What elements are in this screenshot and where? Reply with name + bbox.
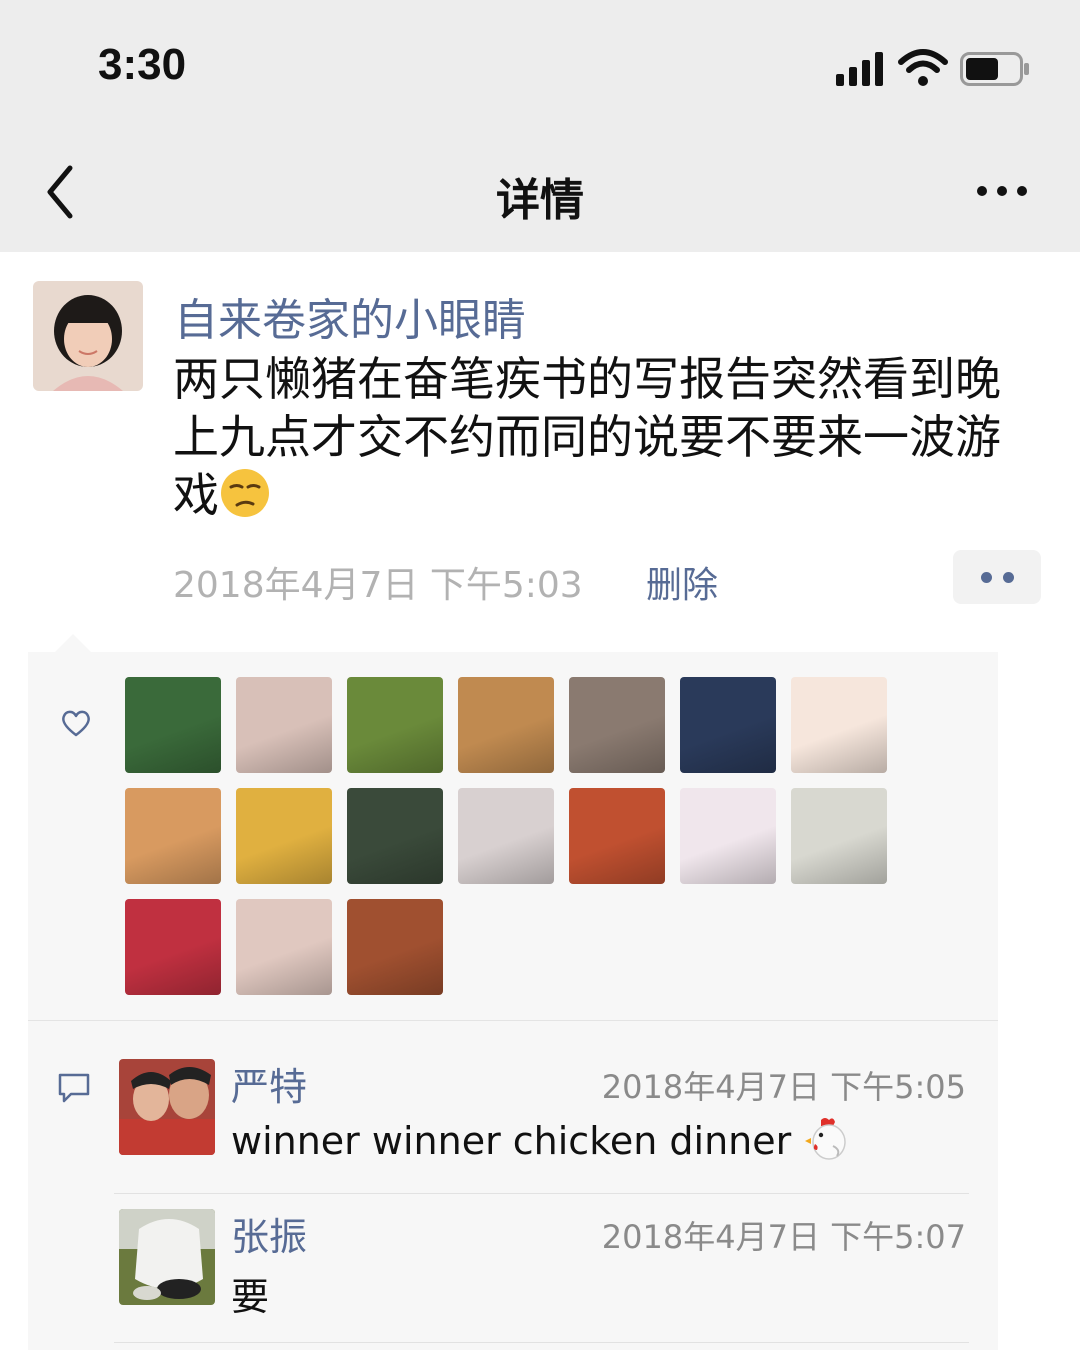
liker-avatar[interactable] — [125, 788, 221, 884]
comment-author[interactable]: 张振 — [231, 1206, 307, 1261]
liker-avatar[interactable] — [791, 788, 887, 884]
comment-text: 要 — [231, 1275, 270, 1319]
liker-avatar[interactable] — [125, 677, 221, 773]
liker-avatar[interactable] — [791, 677, 887, 773]
liker-avatar[interactable] — [680, 788, 776, 884]
likes-pointer — [55, 634, 91, 652]
liker-avatar[interactable] — [347, 677, 443, 773]
liker-avatar[interactable] — [458, 788, 554, 884]
liker-avatar[interactable] — [569, 677, 665, 773]
comment-text-body: winner winner chicken dinner — [231, 1119, 792, 1163]
dot-icon — [981, 572, 992, 583]
unamused-face-emoji — [221, 469, 269, 517]
comment-icon — [58, 1073, 90, 1103]
liker-avatar[interactable] — [347, 899, 443, 995]
comment-avatar[interactable] — [119, 1059, 215, 1155]
comment-divider — [114, 1342, 969, 1343]
post-author[interactable]: 自来卷家的小眼睛 — [174, 284, 526, 348]
comment-author[interactable]: 严特 — [231, 1056, 307, 1111]
comment-time: 2018年4月7日 下午5:07 — [601, 1218, 966, 1256]
chicken-emoji — [805, 1118, 847, 1160]
heart-icon — [62, 710, 90, 737]
signal-icon — [836, 52, 883, 86]
battery-icon — [960, 52, 1029, 86]
wifi-icon — [898, 49, 948, 86]
liker-avatar[interactable] — [236, 677, 332, 773]
more-icon[interactable] — [970, 176, 1034, 206]
post-text-body: 两只懒猪在奋笔疾书的写报告突然看到晚上九点才交不约而同的说要不要来一波游戏 — [173, 352, 1001, 522]
status-bar: 3:30 — [0, 0, 1080, 130]
page-title: 详情 — [496, 175, 584, 226]
comment-avatar[interactable] — [119, 1209, 215, 1305]
actions-button[interactable] — [953, 550, 1041, 604]
post-text: 两只懒猪在奋笔疾书的写报告突然看到晚上九点才交不约而同的说要不要来一波游戏 — [173, 350, 1043, 524]
nav-bar: 详情 — [0, 130, 1080, 252]
liker-avatar[interactable] — [347, 788, 443, 884]
liker-avatar[interactable] — [680, 677, 776, 773]
author-avatar[interactable] — [33, 281, 143, 391]
liker-avatar[interactable] — [236, 788, 332, 884]
post-time: 2018年4月7日 下午5:03 — [173, 565, 583, 606]
comment-time: 2018年4月7日 下午5:05 — [601, 1068, 966, 1106]
dot-icon — [1003, 572, 1014, 583]
liker-avatar[interactable] — [569, 788, 665, 884]
comment-divider — [114, 1193, 969, 1194]
liker-avatar[interactable] — [236, 899, 332, 995]
comment-text: winner winner chicken dinner — [231, 1116, 851, 1163]
status-time: 3:30 — [98, 40, 187, 89]
delete-link[interactable]: 删除 — [646, 556, 718, 608]
liker-avatar[interactable] — [458, 677, 554, 773]
liker-avatar[interactable] — [125, 899, 221, 995]
